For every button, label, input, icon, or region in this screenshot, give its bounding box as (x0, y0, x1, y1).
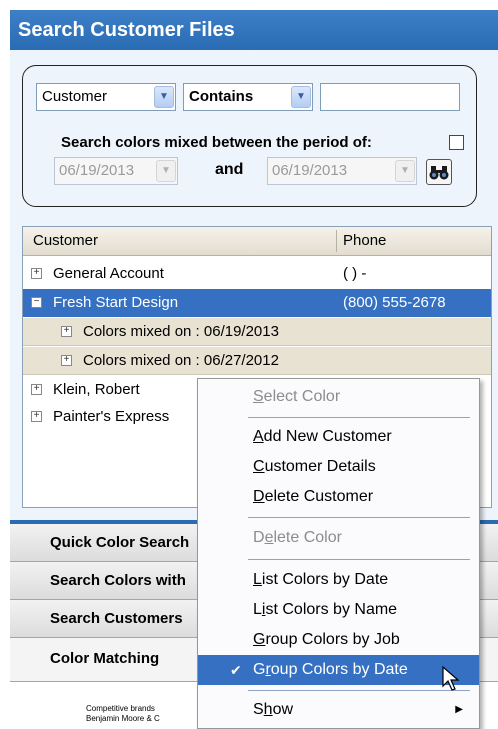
fine-print-line: Benjamin Moore & C (86, 714, 160, 723)
field-select[interactable]: Customer ▼ (36, 83, 176, 111)
panel-title: Search Customer Files (10, 10, 498, 50)
menu-item-select-color[interactable]: Select Color (198, 382, 479, 412)
menu-separator (248, 517, 470, 518)
mix-date-label: Colors mixed on : 06/19/2013 (83, 323, 279, 340)
period-checkbox[interactable] (449, 135, 464, 150)
date-to-field[interactable]: 06/19/2013 ▼ (267, 157, 417, 185)
date-from-value: 06/19/2013 (59, 162, 135, 179)
operator-select-value: Contains (189, 88, 254, 105)
menu-separator (248, 417, 470, 418)
menu-item-add-new-customer[interactable]: Add New Customer (198, 422, 479, 452)
period-label: Search colors mixed between the period o… (61, 134, 372, 151)
tree-child-row[interactable]: + Colors mixed on : 06/27/2012 (23, 347, 491, 375)
checkmark-icon: ✔ (230, 662, 242, 678)
menu-item-show[interactable]: Show ▶ (198, 695, 479, 725)
customer-name: Fresh Start Design (53, 294, 179, 311)
chevron-down-icon[interactable]: ▼ (154, 86, 174, 108)
expand-icon[interactable]: + (61, 326, 72, 337)
menu-item-list-colors-by-date[interactable]: List Colors by Date (198, 565, 479, 595)
customer-phone: (800) 555-2678 (343, 294, 446, 311)
customer-name: Painter's Express (53, 408, 170, 425)
customer-name: General Account (53, 265, 164, 282)
expand-icon[interactable]: + (31, 411, 42, 422)
fine-print-line: Competitive brands (86, 704, 155, 713)
column-header-customer[interactable]: Customer (33, 227, 98, 255)
context-menu: Select Color Add New Customer Customer D… (197, 378, 480, 729)
expand-icon[interactable]: + (31, 268, 42, 279)
menu-separator (248, 559, 470, 560)
date-to-value: 06/19/2013 (272, 162, 348, 179)
customer-phone: ( ) - (343, 265, 367, 282)
mix-date-label: Colors mixed on : 06/27/2012 (83, 352, 279, 369)
expand-icon[interactable]: + (31, 384, 42, 395)
search-input[interactable] (320, 83, 460, 111)
menu-item-delete-customer[interactable]: Delete Customer (198, 482, 479, 512)
menu-separator (248, 690, 470, 691)
chevron-down-icon[interactable]: ▼ (291, 86, 311, 108)
date-from-field[interactable]: 06/19/2013 ▼ (54, 157, 178, 185)
customer-name: Klein, Robert (53, 381, 140, 398)
chevron-down-icon[interactable]: ▼ (156, 160, 176, 182)
column-header-phone[interactable]: Phone (343, 227, 386, 255)
cursor-pointer-icon (442, 666, 460, 691)
menu-item-group-colors-by-date[interactable]: ✔ Group Colors by Date (198, 655, 479, 685)
search-criteria-box: Customer ▼ Contains ▼ Search colors mixe… (22, 65, 477, 207)
search-button[interactable] (426, 159, 452, 185)
tree-row-selected[interactable]: − Fresh Start Design (800) 555-2678 (23, 289, 491, 317)
submenu-arrow-icon: ▶ (455, 704, 463, 715)
menu-item-list-colors-by-name[interactable]: List Colors by Name (198, 595, 479, 625)
menu-item-delete-color[interactable]: Delete Color (198, 523, 479, 553)
binoculars-icon (429, 166, 449, 180)
menu-item-group-colors-by-job[interactable]: Group Colors by Job (198, 625, 479, 655)
tree-child-row[interactable]: + Colors mixed on : 06/19/2013 (23, 318, 491, 346)
and-label: and (215, 161, 244, 178)
collapse-icon[interactable]: − (31, 297, 42, 308)
menu-item-customer-details[interactable]: Customer Details (198, 452, 479, 482)
operator-select[interactable]: Contains ▼ (183, 83, 313, 111)
expand-icon[interactable]: + (61, 355, 72, 366)
tree-row[interactable]: + General Account ( ) - (23, 260, 491, 288)
tree-header: Customer Phone (23, 227, 491, 256)
chevron-down-icon[interactable]: ▼ (395, 160, 415, 182)
column-divider[interactable] (336, 230, 337, 252)
field-select-value: Customer (42, 88, 108, 105)
